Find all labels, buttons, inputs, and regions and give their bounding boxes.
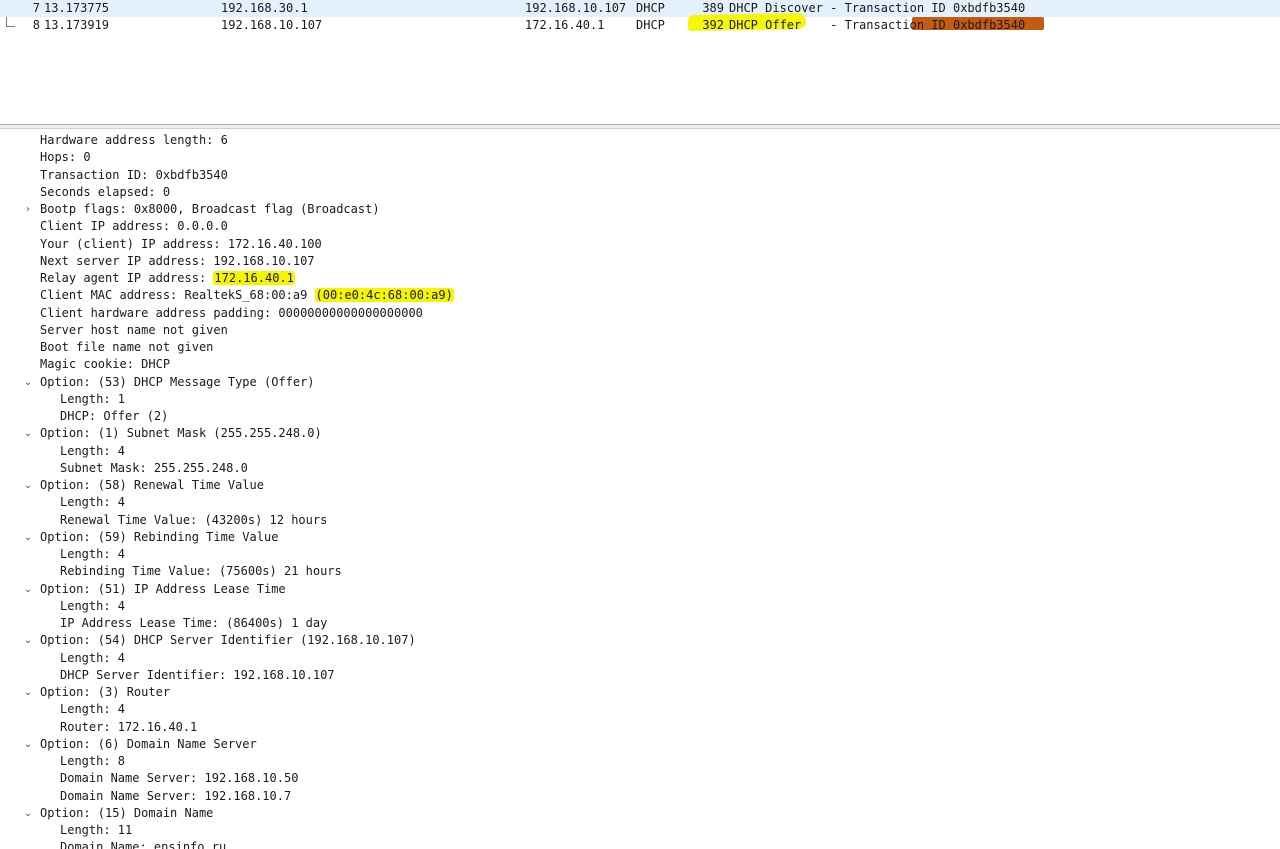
chevron-down-icon[interactable]: ⌄ <box>22 684 34 701</box>
detail-option-15[interactable]: Option: (15) Domain Name <box>40 805 213 822</box>
packet-number: 7 <box>32 1 40 15</box>
detail-line[interactable]: Magic cookie: DHCP <box>40 356 170 373</box>
packet-time: 13.173775 <box>44 1 110 15</box>
packet-row[interactable]: 7 13.173775 192.168.30.1 192.168.10.107 … <box>0 0 1280 17</box>
pane-divider[interactable] <box>0 124 1280 129</box>
detail-line[interactable]: Transaction ID: 0xbdfb3540 <box>40 167 228 184</box>
detail-line[interactable]: Length: 8 <box>60 753 125 770</box>
detail-option-53[interactable]: Option: (53) DHCP Message Type (Offer) <box>40 374 315 391</box>
detail-line[interactable]: Length: 4 <box>60 443 125 460</box>
detail-line[interactable]: Your (client) IP address: 172.16.40.100 <box>40 236 322 253</box>
detail-line[interactable]: Hops: 0 <box>40 149 91 166</box>
chevron-down-icon[interactable]: ⌄ <box>22 529 34 546</box>
packet-info: DHCP Offer - Transaction ID 0xbdfb3540 <box>729 18 1026 32</box>
detail-label: Client MAC address: RealtekS_68:00:a9 <box>40 288 315 303</box>
detail-option-59[interactable]: Option: (59) Rebinding Time Value <box>40 529 278 546</box>
packet-list-pane[interactable]: 7 13.173775 192.168.30.1 192.168.10.107 … <box>0 0 1280 124</box>
packet-destination: 172.16.40.1 <box>525 18 605 32</box>
chevron-down-icon[interactable]: ⌄ <box>22 477 34 494</box>
detail-option-6[interactable]: Option: (6) Domain Name Server <box>40 736 257 753</box>
detail-line[interactable]: Seconds elapsed: 0 <box>40 184 170 201</box>
packet-source: 192.168.10.107 <box>221 18 323 32</box>
detail-line[interactable]: Renewal Time Value: (43200s) 12 hours <box>60 512 327 529</box>
detail-line[interactable]: Length: 4 <box>60 650 125 667</box>
packet-destination: 192.168.10.107 <box>525 1 627 15</box>
detail-line[interactable]: DHCP Server Identifier: 192.168.10.107 <box>60 667 335 684</box>
detail-option-54[interactable]: Option: (54) DHCP Server Identifier (192… <box>40 632 416 649</box>
packet-time: 13.173919 <box>44 18 110 32</box>
chevron-down-icon[interactable]: ⌄ <box>22 425 34 442</box>
detail-option-58[interactable]: Option: (58) Renewal Time Value <box>40 477 264 494</box>
chevron-down-icon[interactable]: ⌄ <box>22 374 34 391</box>
detail-line[interactable]: Length: 4 <box>60 598 125 615</box>
detail-line[interactable]: Domain Name: ensinfo.ru <box>60 839 226 849</box>
detail-line[interactable]: Length: 11 <box>60 822 132 839</box>
chevron-down-icon[interactable]: ⌄ <box>22 805 34 822</box>
chevron-right-icon[interactable]: › <box>22 201 34 218</box>
detail-line[interactable]: Next server IP address: 192.168.10.107 <box>40 253 315 270</box>
detail-line[interactable]: Domain Name Server: 192.168.10.7 <box>60 788 291 805</box>
highlighted-value: 172.16.40.1 <box>213 271 295 285</box>
related-packet-line-icon <box>6 17 15 27</box>
detail-line[interactable]: DHCP: Offer (2) <box>60 408 168 425</box>
packet-details-pane[interactable]: Hardware address length: 6 Hops: 0 Trans… <box>0 132 1280 849</box>
detail-line-relay-agent[interactable]: Relay agent IP address: 172.16.40.1 <box>40 270 295 287</box>
packet-protocol: DHCP <box>636 1 665 15</box>
packet-protocol: DHCP <box>636 18 665 32</box>
detail-line[interactable]: Subnet Mask: 255.255.248.0 <box>60 460 248 477</box>
chevron-down-icon[interactable]: ⌄ <box>22 632 34 649</box>
detail-line[interactable]: Client IP address: 0.0.0.0 <box>40 218 228 235</box>
detail-option-1[interactable]: Option: (1) Subnet Mask (255.255.248.0) <box>40 425 322 442</box>
detail-option-3[interactable]: Option: (3) Router <box>40 684 170 701</box>
detail-line-bootp-flags[interactable]: Bootp flags: 0x8000, Broadcast flag (Bro… <box>40 201 380 218</box>
detail-line[interactable]: Server host name not given <box>40 322 228 339</box>
detail-line[interactable]: Length: 1 <box>60 391 125 408</box>
packet-row-selected[interactable]: 8 13.173919 192.168.10.107 172.16.40.1 D… <box>0 17 1280 34</box>
detail-line[interactable]: Router: 172.16.40.1 <box>60 719 197 736</box>
highlighted-value: (00:e0:4c:68:00:a9) <box>314 288 454 303</box>
detail-option-51[interactable]: Option: (51) IP Address Lease Time <box>40 581 286 598</box>
detail-line[interactable]: Client hardware address padding: 0000000… <box>40 305 423 322</box>
detail-line[interactable]: Length: 4 <box>60 701 125 718</box>
detail-line-client-mac[interactable]: Client MAC address: RealtekS_68:00:a9 (0… <box>40 287 454 304</box>
packet-source: 192.168.30.1 <box>221 1 308 15</box>
chevron-down-icon[interactable]: ⌄ <box>22 581 34 598</box>
detail-line[interactable]: Rebinding Time Value: (75600s) 21 hours <box>60 563 342 580</box>
detail-line[interactable]: Length: 4 <box>60 546 125 563</box>
detail-line[interactable]: Boot file name not given <box>40 339 213 356</box>
detail-line[interactable]: IP Address Lease Time: (86400s) 1 day <box>60 615 327 632</box>
detail-label: Relay agent IP address: <box>40 271 214 285</box>
detail-line[interactable]: Domain Name Server: 192.168.10.50 <box>60 770 298 787</box>
packet-length: 392 <box>702 18 724 32</box>
detail-line[interactable]: Length: 4 <box>60 494 125 511</box>
chevron-down-icon[interactable]: ⌄ <box>22 736 34 753</box>
detail-line[interactable]: Hardware address length: 6 <box>40 132 228 149</box>
